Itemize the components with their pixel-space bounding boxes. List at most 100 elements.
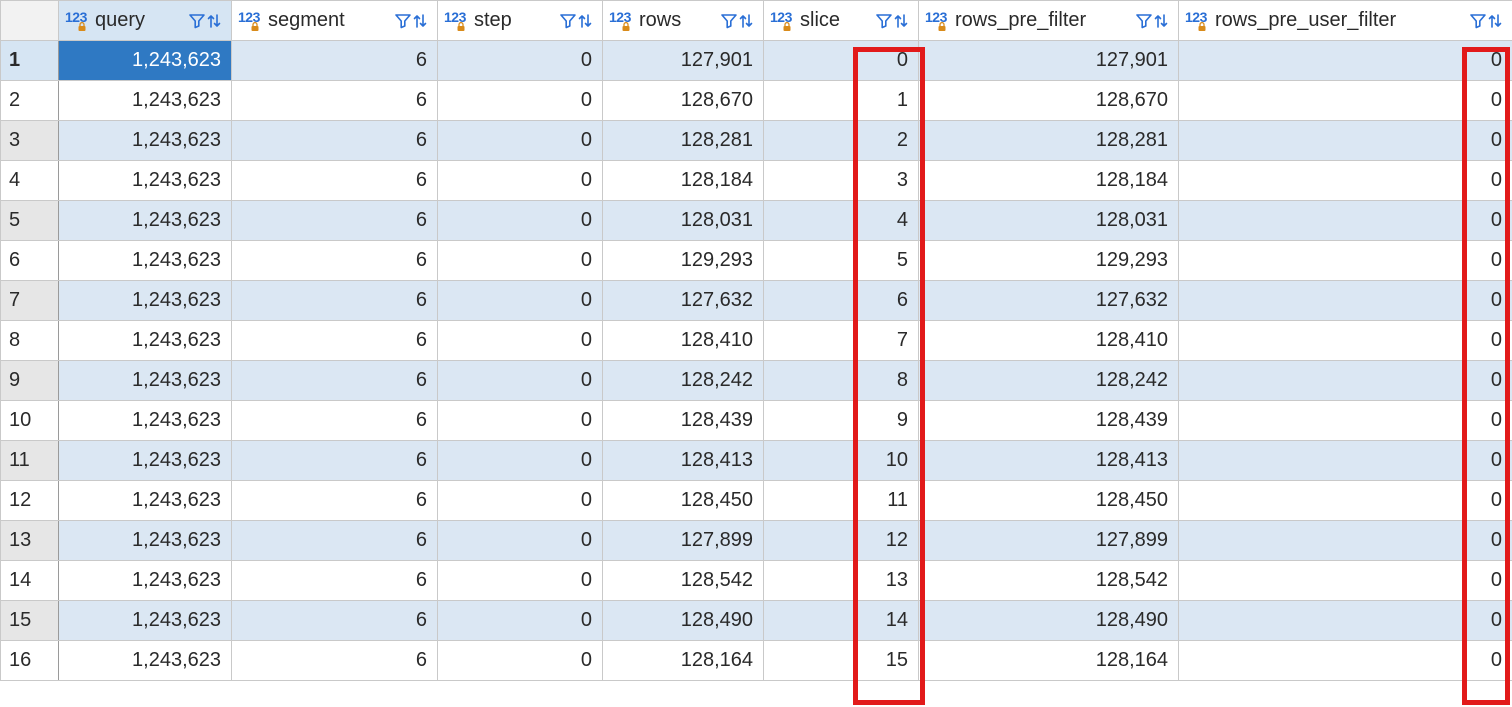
column-header-rows-pre-filter[interactable]: 123 rows_pre_filter [919, 1, 1179, 41]
filter-icon[interactable] [1470, 13, 1486, 29]
cell-rows_pre_filter[interactable]: 128,413 [919, 441, 1179, 481]
cell-segment[interactable]: 6 [232, 281, 438, 321]
cell-rows[interactable]: 128,490 [603, 601, 764, 641]
cell-segment[interactable]: 6 [232, 401, 438, 441]
filter-icon[interactable] [395, 13, 411, 29]
sort-icon[interactable] [1488, 13, 1502, 29]
cell-segment[interactable]: 6 [232, 121, 438, 161]
row-number-cell[interactable]: 1 [1, 41, 59, 81]
cell-slice[interactable]: 15 [764, 641, 919, 681]
cell-query[interactable]: 1,243,623 [59, 161, 232, 201]
row-number-cell[interactable]: 16 [1, 641, 59, 681]
cell-segment[interactable]: 6 [232, 241, 438, 281]
cell-rows_pre_user_filter[interactable]: 0 [1179, 441, 1512, 481]
cell-query[interactable]: 1,243,623 [59, 241, 232, 281]
row-number-cell[interactable]: 7 [1, 281, 59, 321]
row-number-cell[interactable]: 9 [1, 361, 59, 401]
cell-slice[interactable]: 5 [764, 241, 919, 281]
cell-rows_pre_user_filter[interactable]: 0 [1179, 561, 1512, 601]
table-row[interactable]: 31,243,62360128,2812128,2810 [1, 121, 1512, 161]
cell-rows[interactable]: 128,164 [603, 641, 764, 681]
column-header-segment[interactable]: 123 segment [232, 1, 438, 41]
filter-icon[interactable] [876, 13, 892, 29]
cell-rows_pre_filter[interactable]: 128,410 [919, 321, 1179, 361]
cell-segment[interactable]: 6 [232, 81, 438, 121]
row-number-cell[interactable]: 2 [1, 81, 59, 121]
cell-segment[interactable]: 6 [232, 361, 438, 401]
cell-rows_pre_filter[interactable]: 128,490 [919, 601, 1179, 641]
filter-icon[interactable] [560, 13, 576, 29]
cell-slice[interactable]: 13 [764, 561, 919, 601]
cell-segment[interactable]: 6 [232, 481, 438, 521]
row-number-cell[interactable]: 3 [1, 121, 59, 161]
row-number-cell[interactable]: 10 [1, 401, 59, 441]
cell-rows_pre_filter[interactable]: 127,901 [919, 41, 1179, 81]
cell-step[interactable]: 0 [438, 241, 603, 281]
cell-rows_pre_filter[interactable]: 127,632 [919, 281, 1179, 321]
cell-rows_pre_filter[interactable]: 128,450 [919, 481, 1179, 521]
cell-step[interactable]: 0 [438, 521, 603, 561]
table-row[interactable]: 131,243,62360127,89912127,8990 [1, 521, 1512, 561]
cell-rows[interactable]: 128,413 [603, 441, 764, 481]
cell-rows[interactable]: 127,632 [603, 281, 764, 321]
cell-slice[interactable]: 8 [764, 361, 919, 401]
cell-slice[interactable]: 2 [764, 121, 919, 161]
cell-slice[interactable]: 6 [764, 281, 919, 321]
cell-query[interactable]: 1,243,623 [59, 401, 232, 441]
cell-rows_pre_user_filter[interactable]: 0 [1179, 281, 1512, 321]
cell-rows[interactable]: 128,410 [603, 321, 764, 361]
cell-slice[interactable]: 9 [764, 401, 919, 441]
cell-rows[interactable]: 127,899 [603, 521, 764, 561]
table-row[interactable]: 71,243,62360127,6326127,6320 [1, 281, 1512, 321]
table-row[interactable]: 81,243,62360128,4107128,4100 [1, 321, 1512, 361]
cell-slice[interactable]: 1 [764, 81, 919, 121]
table-row[interactable]: 161,243,62360128,16415128,1640 [1, 641, 1512, 681]
row-number-cell[interactable]: 5 [1, 201, 59, 241]
cell-rows_pre_user_filter[interactable]: 0 [1179, 321, 1512, 361]
cell-rows_pre_user_filter[interactable]: 0 [1179, 161, 1512, 201]
row-number-cell[interactable]: 14 [1, 561, 59, 601]
cell-query[interactable]: 1,243,623 [59, 441, 232, 481]
cell-slice[interactable]: 4 [764, 201, 919, 241]
filter-icon[interactable] [721, 13, 737, 29]
cell-query[interactable]: 1,243,623 [59, 201, 232, 241]
cell-segment[interactable]: 6 [232, 441, 438, 481]
cell-query[interactable]: 1,243,623 [59, 121, 232, 161]
table-row[interactable]: 141,243,62360128,54213128,5420 [1, 561, 1512, 601]
table-row[interactable]: 11,243,62360127,9010127,9010 [1, 41, 1512, 81]
sort-icon[interactable] [894, 13, 908, 29]
cell-step[interactable]: 0 [438, 401, 603, 441]
column-header-step[interactable]: 123 step [438, 1, 603, 41]
data-grid[interactable]: 123 query [0, 0, 1512, 681]
row-number-cell[interactable]: 4 [1, 161, 59, 201]
cell-step[interactable]: 0 [438, 441, 603, 481]
cell-segment[interactable]: 6 [232, 41, 438, 81]
cell-step[interactable]: 0 [438, 201, 603, 241]
cell-rows_pre_user_filter[interactable]: 0 [1179, 121, 1512, 161]
cell-rows[interactable]: 128,450 [603, 481, 764, 521]
cell-slice[interactable]: 3 [764, 161, 919, 201]
filter-icon[interactable] [1136, 13, 1152, 29]
table-row[interactable]: 51,243,62360128,0314128,0310 [1, 201, 1512, 241]
cell-rows[interactable]: 128,542 [603, 561, 764, 601]
cell-rows_pre_filter[interactable]: 128,184 [919, 161, 1179, 201]
cell-segment[interactable]: 6 [232, 321, 438, 361]
cell-rows[interactable]: 128,281 [603, 121, 764, 161]
cell-query[interactable]: 1,243,623 [59, 481, 232, 521]
cell-query[interactable]: 1,243,623 [59, 41, 232, 81]
cell-slice[interactable]: 12 [764, 521, 919, 561]
cell-step[interactable]: 0 [438, 601, 603, 641]
cell-query[interactable]: 1,243,623 [59, 521, 232, 561]
cell-step[interactable]: 0 [438, 41, 603, 81]
sort-icon[interactable] [413, 13, 427, 29]
column-header-rows-pre-user-filter[interactable]: 123 rows_pre_user_filter [1179, 1, 1512, 41]
row-number-cell[interactable]: 13 [1, 521, 59, 561]
cell-slice[interactable]: 11 [764, 481, 919, 521]
row-number-cell[interactable]: 12 [1, 481, 59, 521]
column-header-query[interactable]: 123 query [59, 1, 232, 41]
filter-icon[interactable] [189, 13, 205, 29]
cell-rows_pre_filter[interactable]: 128,031 [919, 201, 1179, 241]
cell-rows_pre_filter[interactable]: 128,670 [919, 81, 1179, 121]
cell-query[interactable]: 1,243,623 [59, 361, 232, 401]
cell-segment[interactable]: 6 [232, 641, 438, 681]
